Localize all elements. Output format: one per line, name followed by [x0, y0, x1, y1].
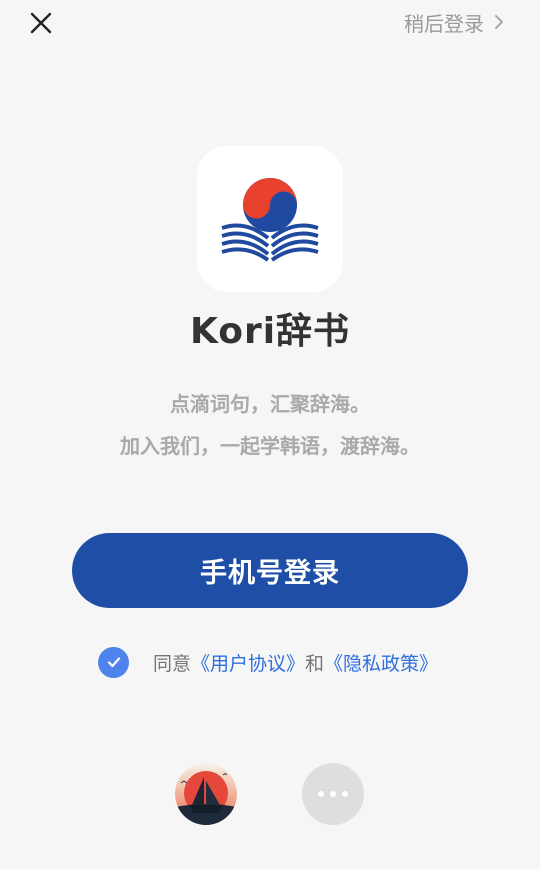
skip-login-link[interactable]: 稍后登录 [404, 6, 508, 38]
close-icon [30, 12, 52, 34]
app-name: Kori辞书 [189, 311, 351, 352]
agreement-prefix: 同意 [153, 652, 192, 675]
user-agreement-link[interactable]: 《用户协议》 [191, 649, 305, 676]
agreement-row: 同意 《用户协议》 和 《隐私政策》 [98, 646, 438, 678]
privacy-policy-link[interactable]: 《隐私政策》 [324, 649, 438, 676]
sailboat-sunset-app-icon [175, 763, 237, 825]
close-button[interactable] [26, 8, 56, 38]
third-party-login-app[interactable] [175, 763, 237, 825]
skip-login-label: 稍后登录 [404, 11, 484, 36]
korean-flag-book-logo [221, 178, 319, 262]
more-icon-dot [342, 791, 348, 797]
tagline-line-2: 加入我们，一起学韩语，渡辞海。 [120, 434, 420, 458]
tagline-line-1: 点滴词句，汇聚辞海。 [170, 392, 370, 416]
more-login-options-button[interactable] [302, 763, 364, 825]
agreement-joiner: 和 [305, 652, 325, 675]
chevron-right-icon [495, 15, 503, 29]
agreement-checkbox[interactable] [98, 646, 129, 678]
checkmark-icon [107, 657, 120, 668]
more-icon-dot [330, 791, 336, 797]
phone-login-button[interactable]: 手机号登录 [72, 533, 468, 608]
app-logo [197, 146, 343, 292]
more-icon [318, 791, 324, 797]
